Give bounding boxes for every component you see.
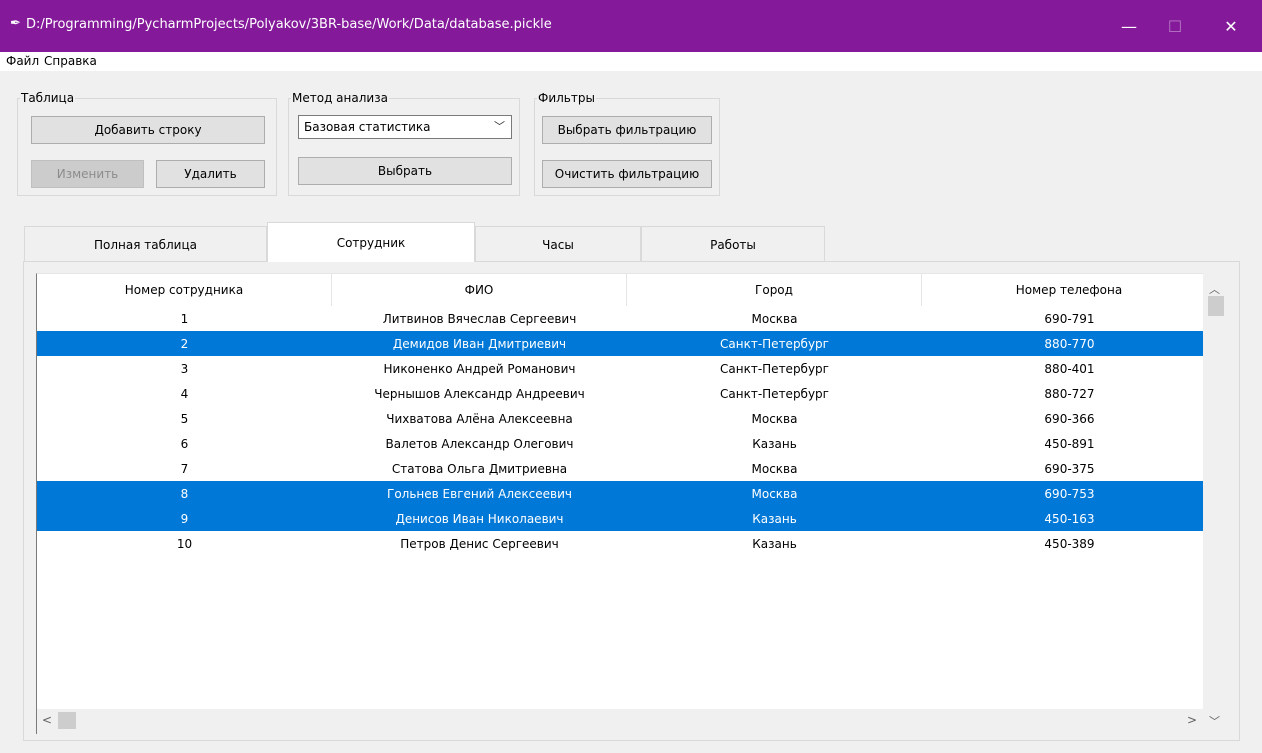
table-cell: 6 bbox=[180, 436, 189, 451]
chevron-down-icon: ﹀ bbox=[494, 120, 505, 133]
horizontal-scroll-thumb[interactable] bbox=[58, 712, 76, 729]
table-row[interactable]: 10 Петров Денис Сергеевич Казань 450-389 bbox=[37, 531, 1203, 556]
table-row[interactable]: 8 Гольнев Евгений Алексеевич Москва 690-753 bbox=[37, 481, 1203, 506]
table-cell: 880-727 bbox=[1044, 386, 1095, 401]
table-row[interactable]: 7 Статова Ольга Дмитриевна Москва 690-375 bbox=[37, 456, 1203, 481]
table-cell: 450-389 bbox=[1044, 536, 1095, 551]
table-cell: Статова Ольга Дмитриевна bbox=[391, 461, 568, 476]
menu-file[interactable]: Файл bbox=[6, 54, 39, 68]
table-cell: Казань bbox=[752, 536, 797, 551]
column-header[interactable]: Номер сотрудника bbox=[37, 274, 332, 306]
table-cell: Демидов Иван Дмитриевич bbox=[392, 336, 567, 351]
table-cell: 1 bbox=[180, 311, 189, 326]
table-cell: 4 bbox=[180, 386, 189, 401]
add-row-button[interactable]: Добавить строку bbox=[31, 116, 265, 144]
chevron-up-icon[interactable]: ︿ bbox=[1209, 281, 1220, 297]
table-row[interactable]: 5 Чихватова Алёна Алексеевна Москва 690-366 bbox=[37, 406, 1203, 431]
table-row[interactable]: 9 Денисов Иван Николаевич Казань 450-163 bbox=[37, 506, 1203, 531]
choose-filter-button[interactable]: Выбрать фильтрацию bbox=[542, 116, 712, 144]
vertical-scroll-thumb[interactable] bbox=[1208, 296, 1224, 316]
chevron-down-icon[interactable]: ﹀ bbox=[1209, 713, 1220, 729]
column-header[interactable]: Город bbox=[627, 274, 922, 306]
title-bar[interactable]: ✒ D:/Programming/PycharmProjects/Polyako… bbox=[0, 0, 1262, 52]
tab-works[interactable]: Работы bbox=[641, 226, 825, 262]
table-group-legend: Таблица bbox=[20, 91, 76, 105]
tab-employee[interactable]: Сотрудник bbox=[267, 222, 475, 262]
table-cell: 3 bbox=[180, 361, 189, 376]
table-cell: Москва bbox=[751, 311, 798, 326]
table-cell: Москва bbox=[751, 486, 798, 501]
table-row[interactable]: 1 Литвинов Вячеслав Сергеевич Москва 690-79… bbox=[37, 306, 1203, 331]
maximize-button[interactable]: ☐ bbox=[1152, 0, 1198, 52]
filters-group-legend: Фильтры bbox=[537, 91, 596, 105]
table-cell: Никоненко Андрей Романович bbox=[383, 361, 576, 376]
menu-help[interactable]: Справка bbox=[44, 54, 97, 68]
table-cell: Денисов Иван Николаевич bbox=[395, 511, 564, 526]
table-cell: Валетов Александр Олегович bbox=[385, 436, 574, 451]
table-cell: 5 bbox=[180, 411, 189, 426]
table-row[interactable]: 4 Чернышов Александр Андреевич Санкт-Петер… bbox=[37, 381, 1203, 406]
table-cell: 450-163 bbox=[1044, 511, 1095, 526]
table-row[interactable]: 6 Валетов Александр Олегович Казань 450-891 bbox=[37, 431, 1203, 456]
table-cell: 690-366 bbox=[1044, 411, 1095, 426]
feather-icon: ✒ bbox=[10, 16, 21, 31]
column-header[interactable]: Номер телефона bbox=[922, 274, 1203, 306]
table-cell: 2 bbox=[180, 336, 189, 351]
table-cell: Петров Денис Сергеевич bbox=[400, 536, 559, 551]
table-cell: Казань bbox=[752, 436, 797, 451]
table-cell: 7 bbox=[180, 461, 189, 476]
table-row[interactable]: 2 Демидов Иван Дмитриевич Санкт-Петербург 8… bbox=[37, 331, 1203, 356]
table-cell: 10 bbox=[176, 536, 193, 551]
clear-filter-button[interactable]: Очистить фильтрацию bbox=[542, 160, 712, 188]
table-cell: 8 bbox=[180, 486, 189, 501]
horizontal-scrollbar[interactable]: < > bbox=[36, 709, 1203, 734]
table-cell: 880-401 bbox=[1044, 361, 1095, 376]
table-body: 1 Литвинов Вячеслав Сергеевич Москва 690-79… bbox=[37, 306, 1203, 556]
table-cell: Чернышов Александр Андреевич bbox=[374, 386, 585, 401]
table-cell: Гольнев Евгений Алексеевич bbox=[387, 486, 572, 501]
vertical-scrollbar[interactable]: ︿ ﹀ bbox=[1203, 273, 1228, 736]
maximize-icon: ☐ bbox=[1167, 16, 1183, 36]
analysis-method-value: Базовая статистика bbox=[304, 120, 431, 134]
delete-button[interactable]: Удалить bbox=[156, 160, 265, 188]
employee-table[interactable]: Номер сотрудника ФИО Город Номер телефон… bbox=[36, 273, 1203, 709]
analysis-group-legend: Метод анализа bbox=[291, 91, 389, 105]
menu-bar: Файл Справка bbox=[0, 52, 1262, 71]
table-cell: 9 bbox=[180, 511, 189, 526]
table-cell: Москва bbox=[751, 461, 798, 476]
tab-full-table[interactable]: Полная таблица bbox=[24, 226, 267, 262]
table-cell: 690-753 bbox=[1044, 486, 1095, 501]
column-header[interactable]: ФИО bbox=[332, 274, 627, 306]
table-cell: Казань bbox=[752, 511, 797, 526]
table-cell: Чихватова Алёна Алексеевна bbox=[386, 411, 573, 426]
table-row[interactable]: 3 Никоненко Андрей Романович Санкт-Петербу… bbox=[37, 356, 1203, 381]
table-cell: Санкт-Петербург bbox=[720, 336, 829, 351]
table-header: Номер сотрудника ФИО Город Номер телефон… bbox=[37, 274, 1203, 306]
minimize-icon: — bbox=[1121, 16, 1137, 36]
table-cell: Литвинов Вячеслав Сергеевич bbox=[382, 311, 577, 326]
table-cell: 450-891 bbox=[1044, 436, 1095, 451]
minimize-button[interactable]: — bbox=[1106, 0, 1152, 52]
edit-button[interactable]: Изменить bbox=[31, 160, 144, 188]
window-title: D:/Programming/PycharmProjects/Polyakov/… bbox=[26, 17, 552, 32]
table-cell: 690-791 bbox=[1044, 311, 1095, 326]
table-cell: Санкт-Петербург bbox=[720, 361, 829, 376]
tab-hours[interactable]: Часы bbox=[475, 226, 641, 262]
select-method-button[interactable]: Выбрать bbox=[298, 157, 512, 185]
close-button[interactable]: ✕ bbox=[1208, 0, 1254, 52]
close-icon: ✕ bbox=[1224, 16, 1238, 36]
table-cell: 880-770 bbox=[1044, 336, 1095, 351]
analysis-method-select[interactable]: Базовая статистика ﹀ bbox=[298, 115, 512, 139]
table-cell: 690-375 bbox=[1044, 461, 1095, 476]
table-cell: Санкт-Петербург bbox=[720, 386, 829, 401]
table-cell: Москва bbox=[751, 411, 798, 426]
chevron-right-icon[interactable]: > bbox=[1187, 713, 1197, 727]
chevron-left-icon[interactable]: < bbox=[42, 713, 52, 727]
